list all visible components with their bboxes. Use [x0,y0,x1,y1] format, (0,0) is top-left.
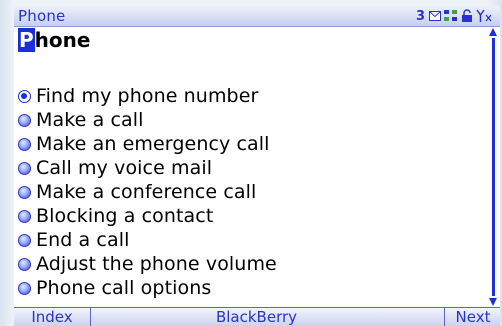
help-topic-find-phone-number[interactable]: Find my phone number [18,84,480,108]
radio-icon [18,185,31,199]
next-button[interactable]: Next [444,308,500,326]
text-cursor: P [18,28,35,52]
status-title: Phone [18,7,66,25]
help-topic-label: Make a conference call [36,181,257,203]
signal-antenna-icon [476,9,492,23]
help-topic-label: End a call [36,229,130,251]
envelope-icon [429,11,441,21]
radio-icon [18,257,31,271]
help-topic-label: Make an emergency call [36,133,270,155]
page-title: Phone [18,27,90,53]
status-icons: 3 [416,8,492,24]
help-topic-label: Call my voice mail [36,157,213,179]
help-topic-label: Find my phone number [36,85,259,107]
radio-icon [18,209,31,223]
status-bar: Phone 3 [14,6,500,27]
message-count: 3 [415,8,425,24]
page-title-rest: hone [34,28,91,52]
scrollbar[interactable] [489,28,498,306]
help-topic-phone-volume[interactable]: Adjust the phone volume [18,252,480,276]
scroll-track[interactable] [492,38,495,296]
radio-selected-icon [18,89,31,103]
screen: Phone 3 Phone Find my phone number Make … [14,6,500,326]
blackberry-label: BlackBerry [215,308,298,326]
network-icon [444,9,458,23]
help-topic-call-options[interactable]: Phone call options [18,276,480,300]
softkey-bar: Index BlackBerry Next [14,307,500,326]
scroll-up-arrow-icon[interactable] [489,28,497,36]
help-topic-end-call[interactable]: End a call [18,228,480,252]
help-topic-blocking-contact[interactable]: Blocking a contact [18,204,480,228]
index-button[interactable]: Index [14,308,91,326]
help-topic-conference-call[interactable]: Make a conference call [18,180,480,204]
radio-icon [18,113,31,127]
help-topic-emergency-call[interactable]: Make an emergency call [18,132,480,156]
scroll-down-arrow-icon[interactable] [489,298,497,306]
help-topic-label: Phone call options [36,277,212,299]
radio-icon [18,233,31,247]
lock-icon [461,9,473,23]
radio-icon [18,281,31,295]
help-topic-label: Make a call [36,109,144,131]
radio-icon [18,161,31,175]
help-topic-label: Blocking a contact [36,205,214,227]
help-topic-label: Adjust the phone volume [36,253,277,275]
device-frame: Phone 3 Phone Find my phone number Make … [0,0,502,326]
help-topic-make-call[interactable]: Make a call [18,108,480,132]
radio-icon [18,137,31,151]
help-topic-voice-mail[interactable]: Call my voice mail [18,156,480,180]
help-topic-list: Find my phone number Make a call Make an… [18,84,480,300]
